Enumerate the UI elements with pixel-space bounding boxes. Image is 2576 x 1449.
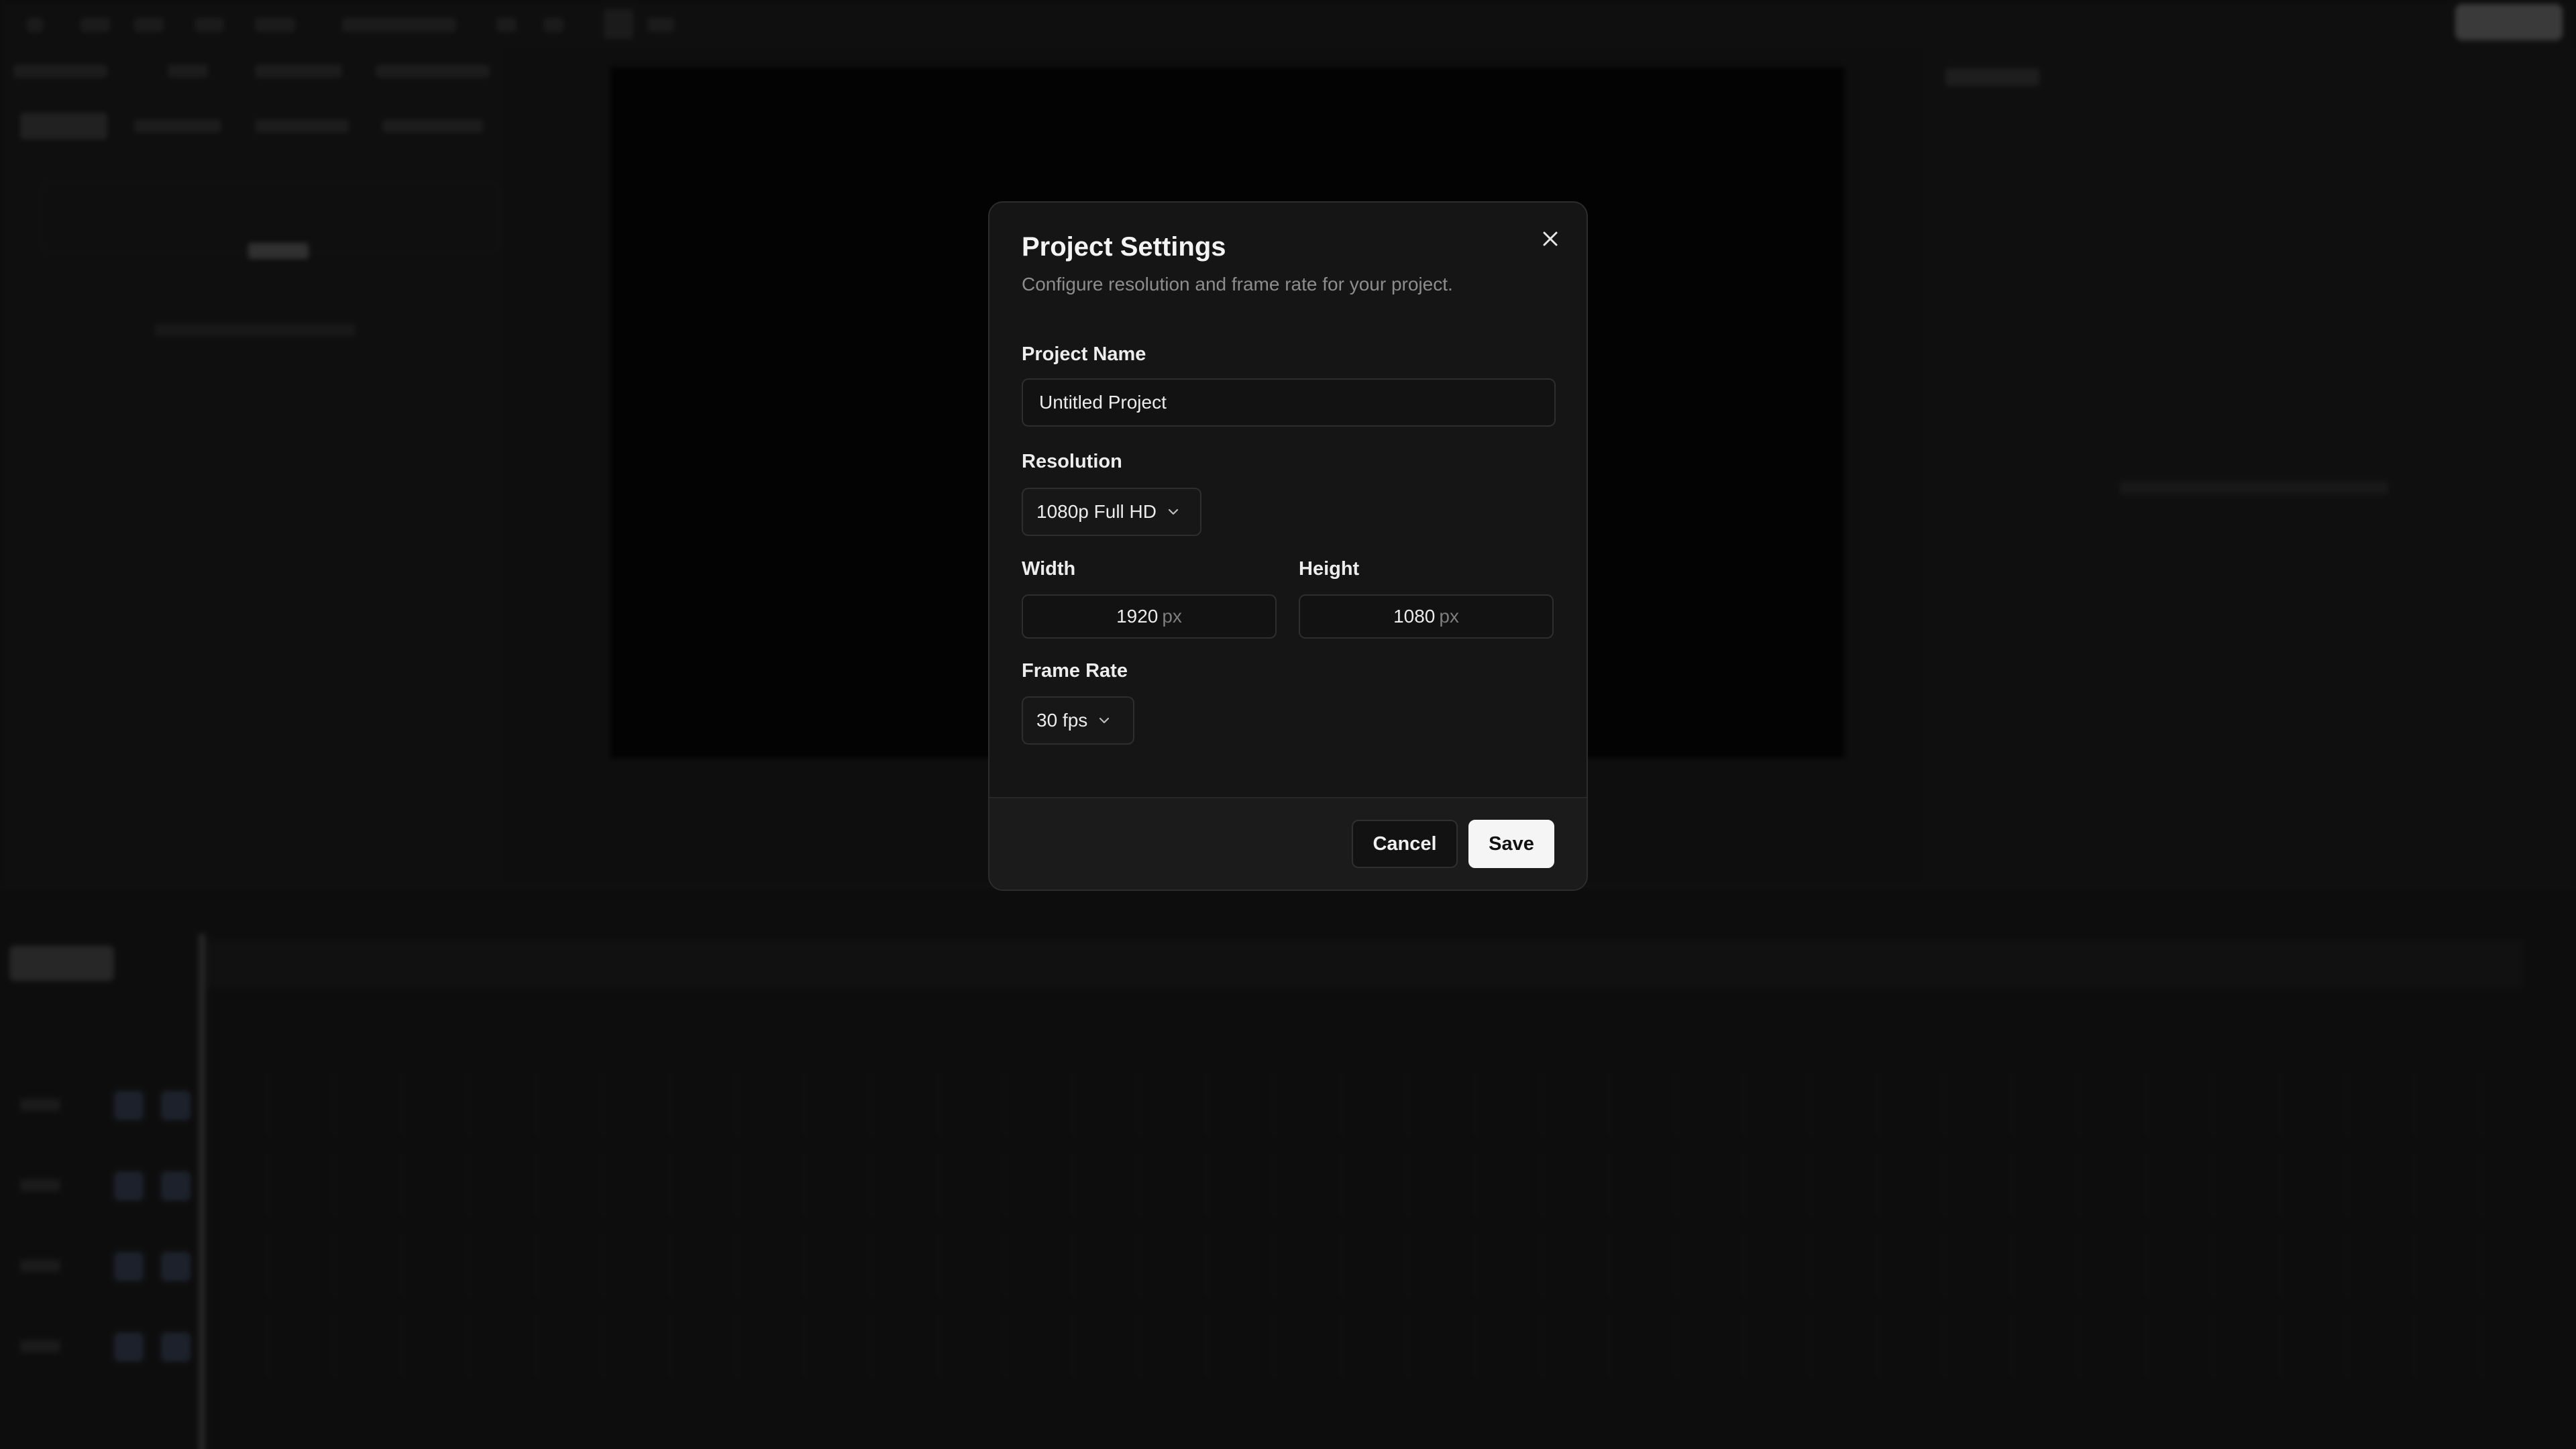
width-value: 1920 [1116, 606, 1159, 627]
project-settings-dialog: Project Settings Configure resolution an… [988, 201, 1588, 891]
frame-rate-label: Frame Rate [1022, 660, 1128, 682]
close-icon [1543, 231, 1558, 246]
frame-rate-selected-value: 30 fps [1036, 710, 1088, 731]
cancel-button[interactable]: Cancel [1352, 820, 1458, 868]
width-unit: px [1162, 606, 1182, 627]
project-name-input[interactable] [1022, 378, 1556, 427]
close-button[interactable] [1534, 223, 1566, 255]
resolution-selected-value: 1080p Full HD [1036, 501, 1157, 522]
chevron-down-icon [1099, 717, 1110, 724]
height-unit: px [1439, 606, 1459, 627]
resolution-select[interactable]: 1080p Full HD [1022, 488, 1201, 536]
height-value: 1080 [1393, 606, 1436, 627]
dialog-footer: Cancel Save [989, 797, 1587, 890]
save-button[interactable]: Save [1468, 820, 1554, 868]
dialog-subtitle: Configure resolution and frame rate for … [1022, 274, 1453, 294]
width-label: Width [1022, 558, 1076, 580]
height-label: Height [1299, 558, 1360, 580]
chevron-down-icon [1168, 508, 1179, 515]
app-root: Project Settings Configure resolution an… [0, 0, 2576, 1449]
frame-rate-select[interactable]: 30 fps [1022, 696, 1134, 745]
dialog-title: Project Settings [1022, 232, 1226, 262]
width-input[interactable]: 1920 px [1022, 594, 1277, 639]
project-name-label: Project Name [1022, 343, 1146, 365]
resolution-label: Resolution [1022, 451, 1122, 472]
height-input[interactable]: 1080 px [1299, 594, 1554, 639]
